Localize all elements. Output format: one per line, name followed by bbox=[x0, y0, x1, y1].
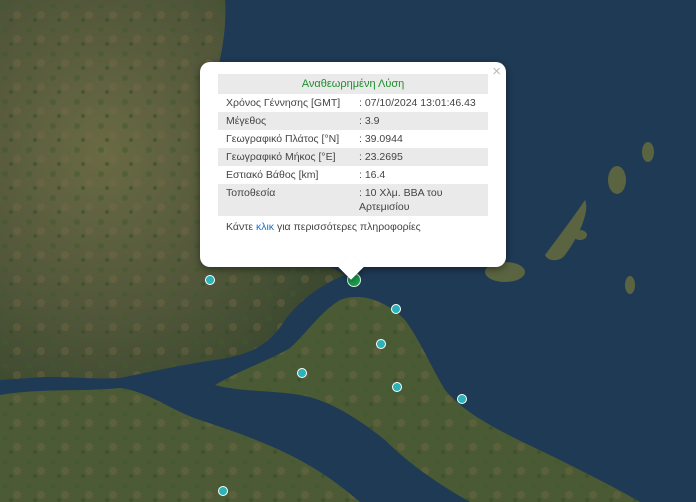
location-label: Τοποθεσία bbox=[218, 184, 351, 216]
latitude-value: : 39.0944 bbox=[359, 133, 403, 145]
close-icon[interactable]: × bbox=[492, 64, 501, 79]
popup-title: Αναθεωρημένη Λύση bbox=[218, 74, 488, 94]
earthquake-info-popup: × Αναθεωρημένη Λύση Χρόνος Γέννησης [GMT… bbox=[200, 62, 506, 280]
info-table: Αναθεωρημένη Λύση Χρόνος Γέννησης [GMT] … bbox=[218, 74, 488, 216]
origin-time-value: : 07/10/2024 13:01:46.43 bbox=[359, 97, 476, 109]
earthquake-marker[interactable] bbox=[205, 275, 215, 285]
island bbox=[625, 276, 635, 294]
more-info-text: Κάντε κλικ για περισσότερες πληροφορίες bbox=[218, 221, 488, 233]
island bbox=[608, 166, 626, 194]
depth-value: : 16.4 bbox=[359, 169, 386, 181]
more-info-link[interactable]: κλικ bbox=[256, 221, 274, 233]
location-value: : 10 Χλμ. ΒΒΑ του Αρτεμισίου bbox=[351, 184, 488, 216]
more-info-suffix: για περισσότερες πληροφορίες bbox=[274, 221, 421, 233]
earthquake-marker[interactable] bbox=[457, 394, 467, 404]
magnitude-label: Μέγεθος bbox=[218, 112, 351, 130]
island bbox=[642, 142, 654, 162]
magnitude-value: : 3.9 bbox=[351, 112, 488, 130]
island bbox=[573, 230, 587, 240]
depth-label: Εστιακό Βάθος [km] bbox=[226, 169, 319, 181]
earthquake-marker[interactable] bbox=[392, 382, 402, 392]
latitude-label: Γεωγραφικό Πλάτος [°N] bbox=[226, 133, 340, 145]
earthquake-marker[interactable] bbox=[391, 304, 401, 314]
earthquake-marker[interactable] bbox=[376, 339, 386, 349]
longitude-label: Γεωγραφικό Μήκος [°E] bbox=[218, 148, 351, 166]
more-info-prefix: Κάντε bbox=[226, 221, 256, 233]
earthquake-marker[interactable] bbox=[218, 486, 228, 496]
longitude-value: : 23.2695 bbox=[351, 148, 488, 166]
earthquake-marker[interactable] bbox=[297, 368, 307, 378]
origin-time-label: Χρόνος Γέννησης [GMT] bbox=[226, 97, 341, 109]
